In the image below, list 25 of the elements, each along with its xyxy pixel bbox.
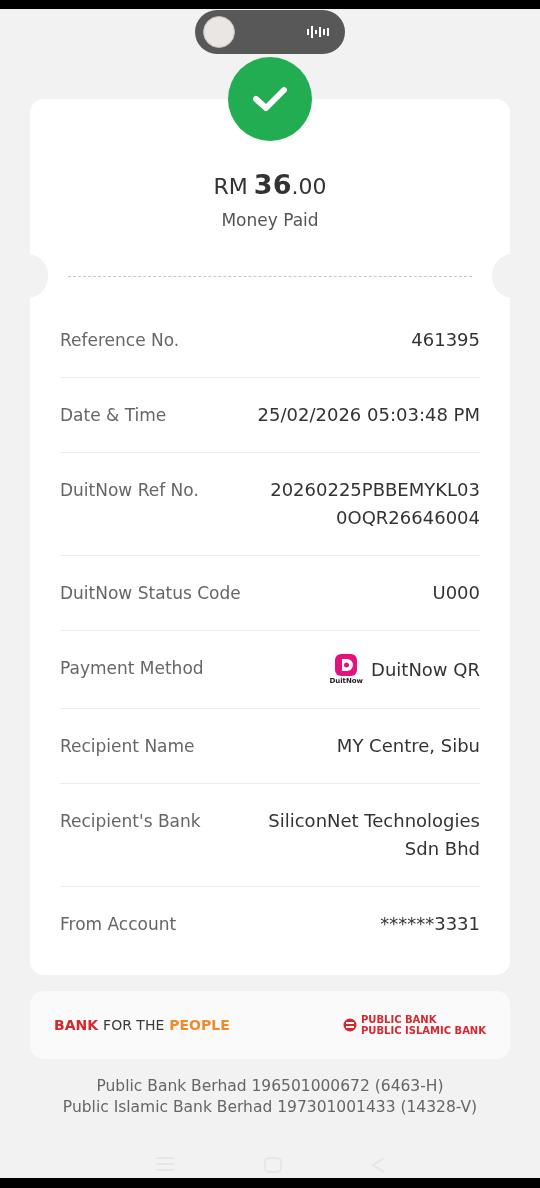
detail-label: DuitNow Ref No. xyxy=(60,479,199,502)
company-registration: Public Islamic Bank Berhad 197301001433 (14328-V) xyxy=(62,1098,478,1116)
detail-value: SiliconNet Technologies Sdn Bhd xyxy=(268,809,480,861)
detail-value: 25/02/2026 05:03:48 PM xyxy=(257,403,480,427)
amount: RM 36.00 xyxy=(213,169,327,200)
detail-value: 461395 xyxy=(411,328,480,352)
bank-tagline: BANK FOR THE PEOPLE xyxy=(54,1017,230,1033)
detail-label: From Account xyxy=(60,913,177,936)
detail-label: Date & Time xyxy=(60,404,167,427)
detail-label: Recipient's Bank xyxy=(60,810,201,833)
detail-label: Reference No. xyxy=(60,329,180,352)
company-registration: Public Bank Berhad 196501000672 (6463-H) xyxy=(96,1077,444,1095)
bank-logo: PUBLIC BANK PUBLIC ISLAMIC BANK xyxy=(343,1014,486,1036)
detail-value: MY Centre, Sibu xyxy=(336,734,480,758)
detail-label: Recipient Name xyxy=(60,735,195,758)
detail-label: Payment Method xyxy=(60,657,204,680)
amount-caption: Money Paid xyxy=(221,210,319,230)
detail-value: U000 xyxy=(432,581,480,605)
detail-value: DuitNow QR xyxy=(371,657,480,682)
detail-value: ******3331 xyxy=(380,912,480,936)
detail-value: 20260225PBBEMYKL03 0OQR26646004 xyxy=(270,478,480,530)
detail-label: DuitNow Status Code xyxy=(60,582,241,605)
avatar-icon xyxy=(203,16,235,48)
call-pill[interactable] xyxy=(195,10,345,54)
waveform-icon xyxy=(307,25,331,39)
